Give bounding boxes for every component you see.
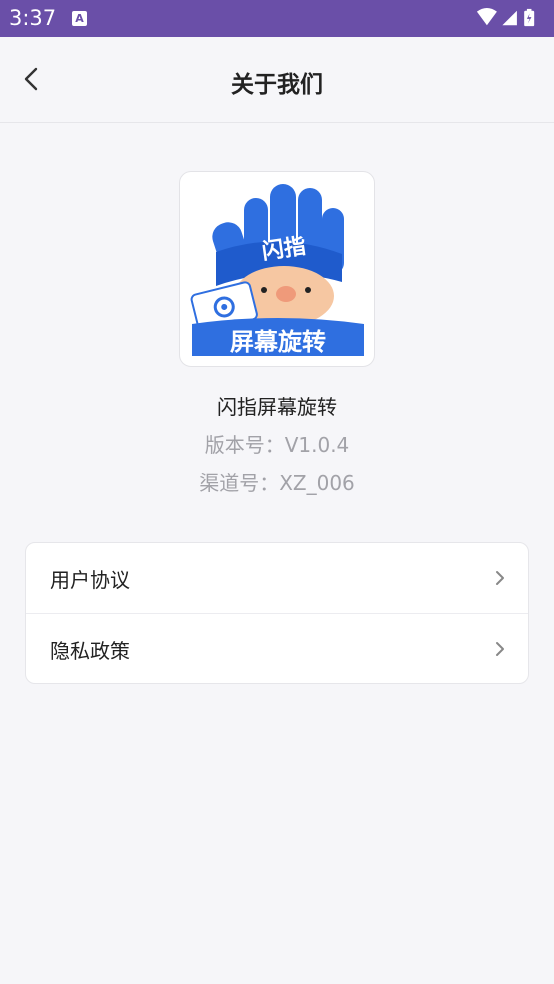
status-bar: 3:37 A [0,0,554,37]
notification-icon: A [72,11,87,26]
battery-icon [524,8,535,27]
chevron-right-icon [496,642,504,656]
menu-item-label: 用户协议 [50,567,130,592]
version-text: 版本号：V1.0.4 [204,433,350,457]
chevron-right-icon [496,571,504,585]
status-icons [476,8,535,27]
menu-item-privacy-policy[interactable]: 隐私政策 [26,613,528,684]
settings-menu: 用户协议 隐私政策 [25,542,529,684]
glove-logo-image: 屏幕旋转 闪指 [190,184,364,356]
signal-icon [502,10,517,26]
app-icon: 屏幕旋转 闪指 [179,171,375,367]
icon-text-bottom: 屏幕旋转 [230,328,326,356]
menu-item-label: 隐私政策 [50,638,130,663]
page-title: 关于我们 [231,72,323,98]
menu-item-user-agreement[interactable]: 用户协议 [26,543,528,613]
app-header: 关于我们 [0,37,554,123]
app-name: 闪指屏幕旋转 [217,395,337,419]
channel-text: 渠道号：XZ_006 [199,471,355,495]
wifi-icon [476,8,497,26]
status-time: 3:37 [9,6,57,30]
